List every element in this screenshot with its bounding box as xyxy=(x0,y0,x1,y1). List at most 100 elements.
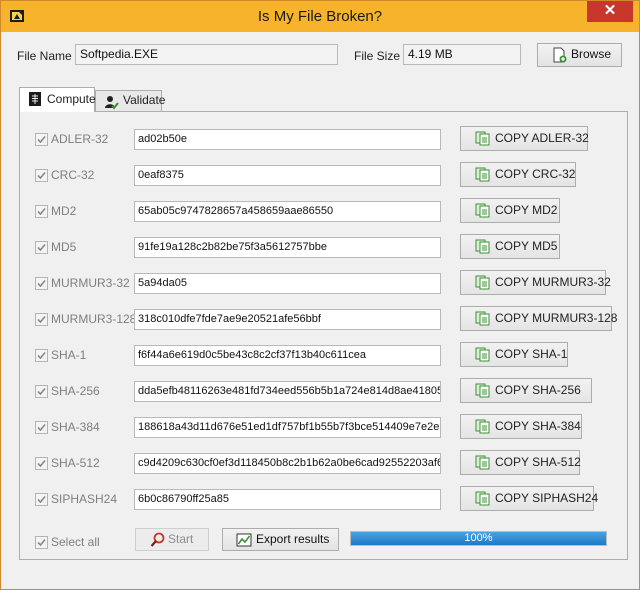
hash-value-field[interactable]: 0eaf8375 xyxy=(134,165,441,186)
hash-value-field[interactable]: 5a94da05 xyxy=(134,273,441,294)
copy-hash-label: COPY MD2 xyxy=(495,203,558,217)
copy-icon xyxy=(475,419,490,434)
copy-hash-button[interactable]: COPY SIPHASH24 xyxy=(460,486,598,511)
hash-checkbox[interactable] xyxy=(35,277,48,290)
copy-hash-button[interactable]: COPY ADLER-32 xyxy=(460,126,589,151)
copy-hash-button[interactable]: COPY SHA-512 xyxy=(460,450,581,475)
check-icon xyxy=(37,279,46,288)
copy-hash-label: COPY MURMUR3-32 xyxy=(495,275,611,289)
window-title: Is My File Broken? xyxy=(257,8,383,25)
copy-hash-label: COPY SHA-256 xyxy=(495,383,581,397)
copy-icon xyxy=(475,239,490,254)
xray-icon xyxy=(29,92,41,106)
select-all-label: Select all xyxy=(51,535,100,549)
hash-value-field[interactable]: ad02b50e xyxy=(134,129,441,150)
file-name-field[interactable]: Softpedia.EXE xyxy=(75,44,338,65)
title-bar[interactable]: Is My File Broken? ✕ xyxy=(1,1,639,32)
file-add-icon xyxy=(553,47,567,63)
hash-label: SHA-1 xyxy=(51,348,87,362)
copy-icon xyxy=(475,383,490,398)
hash-value-field[interactable]: c9d4209c630cf0ef3d118450b8c2b1b62a0be6ca… xyxy=(134,453,441,474)
hash-value-field[interactable]: f6f44a6e619d0c5be43c8c2cf37f13b40c611cea xyxy=(134,345,441,366)
file-name-label: File Name xyxy=(17,49,72,63)
hash-checkbox[interactable] xyxy=(35,493,48,506)
hash-value-field[interactable]: dda5efb48116263e481fd734eed556b5b1a724e8… xyxy=(134,381,441,402)
hash-value-field[interactable]: 6b0c86790ff25a85 xyxy=(134,489,441,510)
copy-icon xyxy=(475,491,490,506)
hash-row: MD2 65ab05c9747828657a458659aae86550 COPY … xyxy=(35,198,615,225)
copy-hash-button[interactable]: COPY MD2 xyxy=(460,198,560,223)
copy-hash-button[interactable]: COPY SHA-256 xyxy=(460,378,592,403)
copy-hash-label: COPY SHA-512 xyxy=(495,455,581,469)
copy-icon xyxy=(475,167,490,182)
hash-label: SHA-256 xyxy=(51,384,100,398)
hash-label: MD2 xyxy=(51,204,77,218)
check-icon xyxy=(37,351,46,360)
check-icon xyxy=(37,207,46,216)
close-icon: ✕ xyxy=(603,2,617,19)
hash-checkbox[interactable] xyxy=(35,385,48,398)
hash-label: SHA-512 xyxy=(51,456,100,470)
select-all-checkbox[interactable] xyxy=(35,536,48,549)
copy-hash-label: COPY SHA-1 xyxy=(495,347,568,361)
tab-validate-label: Validate xyxy=(123,93,166,107)
check-icon xyxy=(37,135,46,144)
hash-value-field[interactable]: 188618a43d11d676e51ed1df757bf1b55b7f3bce… xyxy=(134,417,441,438)
copy-hash-label: COPY CRC-32 xyxy=(495,167,576,181)
browse-label: Browse xyxy=(571,47,612,61)
copy-hash-button[interactable]: COPY CRC-32 xyxy=(460,162,576,187)
hash-label: MURMUR3-32 xyxy=(51,276,130,290)
check-icon xyxy=(37,243,46,252)
hash-row: CRC-32 0eaf8375 COPY CRC-32 xyxy=(35,162,615,189)
copy-hash-button[interactable]: COPY MD5 xyxy=(460,234,560,259)
copy-hash-button[interactable]: COPY MURMUR3-128 xyxy=(460,306,617,331)
copy-hash-button[interactable]: COPY SHA-1 xyxy=(460,342,568,367)
chart-icon xyxy=(236,533,252,547)
close-button[interactable]: ✕ xyxy=(587,1,633,22)
hash-value-field[interactable]: 91fe19a128c2b82be75f3a5612757bbe xyxy=(134,237,441,258)
hash-checkbox[interactable] xyxy=(35,205,48,218)
hash-row: SIPHASH24 6b0c86790ff25a85 COPY SIPHASH24 xyxy=(35,486,615,513)
hash-label: MD5 xyxy=(51,240,77,254)
hash-checkbox[interactable] xyxy=(35,169,48,182)
copy-icon xyxy=(475,131,490,146)
check-icon xyxy=(37,423,46,432)
tab-compute-label: Compute xyxy=(47,92,96,106)
hash-label: SIPHASH24 xyxy=(51,492,118,506)
export-results-button[interactable]: Export results xyxy=(222,528,339,551)
check-icon xyxy=(37,459,46,468)
browse-button[interactable]: Browse xyxy=(537,43,622,67)
check-icon xyxy=(37,387,46,396)
copy-icon xyxy=(475,347,490,362)
hash-value-field[interactable]: 318c010dfe7fde7ae9e20521afe56bbf xyxy=(134,309,441,330)
check-icon xyxy=(37,538,46,547)
hash-row: SHA-1 f6f44a6e619d0c5be43c8c2cf37f13b40c6… xyxy=(35,342,615,369)
copy-hash-label: COPY ADLER-32 xyxy=(495,131,589,145)
hash-row: SHA-512 c9d4209c630cf0ef3d118450b8c2b1b62… xyxy=(35,450,615,477)
copy-hash-button[interactable]: COPY SHA-384 xyxy=(460,414,582,439)
copy-hash-label: COPY MD5 xyxy=(495,239,558,253)
hash-checkbox[interactable] xyxy=(35,241,48,254)
main-window: Is My File Broken? ✕ File Name Softpedia… xyxy=(0,0,640,590)
user-check-icon xyxy=(105,96,119,110)
hash-checkbox[interactable] xyxy=(35,313,48,326)
start-label: Start xyxy=(168,532,194,546)
start-button[interactable]: Start xyxy=(135,528,209,551)
hash-row: MURMUR3-128 318c010dfe7fde7ae9e20521afe56… xyxy=(35,306,617,333)
export-results-label: Export results xyxy=(256,532,330,546)
hash-value-field[interactable]: 65ab05c9747828657a458659aae86550 xyxy=(134,201,441,222)
hash-checkbox[interactable] xyxy=(35,457,48,470)
copy-hash-button[interactable]: COPY MURMUR3-32 xyxy=(460,270,611,295)
tab-compute[interactable]: Compute xyxy=(19,87,96,112)
tab-validate[interactable]: Validate xyxy=(95,90,166,111)
hash-label: CRC-32 xyxy=(51,168,95,182)
hash-checkbox[interactable] xyxy=(35,133,48,146)
hash-label: ADLER-32 xyxy=(51,132,109,146)
check-icon xyxy=(37,315,46,324)
hash-row: SHA-384 188618a43d11d676e51ed1df757bf1b55… xyxy=(35,414,615,441)
hash-checkbox[interactable] xyxy=(35,349,48,362)
progress-text: 100% xyxy=(464,532,493,544)
file-size-label: File Size xyxy=(354,49,401,63)
hash-checkbox[interactable] xyxy=(35,421,48,434)
copy-icon xyxy=(475,455,490,470)
